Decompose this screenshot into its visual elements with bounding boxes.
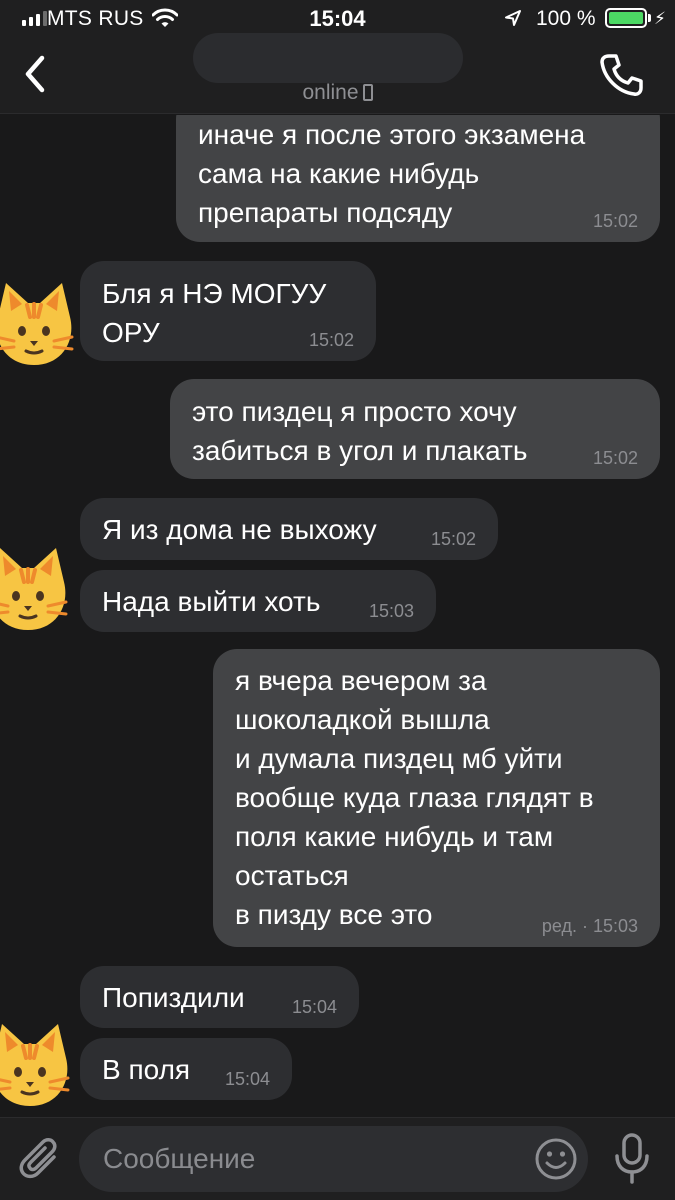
mobile-device-icon (362, 84, 373, 101)
phone-icon (600, 54, 643, 96)
message-bubble-incoming[interactable]: Я из дома не выхожу 15:02 (80, 498, 498, 560)
message-text: это пиздец я просто хочу забиться в угол… (192, 396, 528, 466)
message-time: 15:02 (592, 448, 638, 468)
message-text: Нада выйти хоть (102, 586, 321, 617)
battery-percent: 100 % (536, 7, 596, 30)
message-composer (0, 1117, 675, 1200)
chat-header: online (0, 33, 675, 114)
emoji-button[interactable] (534, 1137, 578, 1181)
message-bubble-incoming[interactable]: В поля 15:04 (80, 1038, 292, 1100)
cat-avatar-icon[interactable] (0, 277, 76, 369)
message-time: 15:03 (368, 601, 414, 621)
call-button[interactable] (598, 52, 644, 98)
message-bubble-incoming[interactable]: Бля я НЭ МОГУУ ОРУ 15:02 (80, 261, 376, 361)
contact-status: online (0, 81, 675, 105)
battery-icon (605, 8, 647, 28)
cat-avatar-icon[interactable] (0, 1018, 72, 1110)
message-time: 15:02 (430, 529, 476, 549)
battery-tip (648, 14, 651, 22)
message-input[interactable] (79, 1126, 588, 1192)
status-bar: MTS RUS 15:04 100 % ⚡ (0, 0, 675, 36)
message-text: иначе я после этого экзамена сама на как… (198, 119, 586, 228)
message-time: 15:02 (592, 211, 638, 231)
message-bubble-outgoing[interactable]: я вчера вечером за шоколадкой вышла и ду… (213, 649, 660, 947)
voice-message-button[interactable] (612, 1132, 652, 1186)
message-time: ред. · 15:03 (541, 916, 638, 936)
attach-button[interactable] (18, 1135, 64, 1183)
charging-bolt-icon: ⚡ (654, 9, 666, 28)
contact-name-redacted[interactable] (193, 33, 463, 83)
message-list[interactable]: иначе я после этого экзамена сама на как… (0, 115, 675, 1117)
message-bubble-outgoing[interactable]: это пиздец я просто хочу забиться в угол… (170, 379, 660, 479)
location-arrow-icon (505, 10, 521, 26)
paperclip-icon (19, 1138, 57, 1179)
message-time: 15:04 (224, 1069, 270, 1089)
message-bubble-incoming[interactable]: Попиздили 15:04 (80, 966, 359, 1028)
message-time: 15:04 (291, 997, 337, 1017)
message-text: я вчера вечером за шоколадкой вышла и ду… (235, 665, 594, 930)
cat-avatar-icon[interactable] (0, 542, 70, 634)
message-bubble-incoming[interactable]: Нада выйти хоть 15:03 (80, 570, 436, 632)
online-status-text: online (302, 81, 359, 104)
microphone-icon (615, 1133, 649, 1184)
message-bubble-outgoing[interactable]: иначе я после этого экзамена сама на как… (176, 115, 660, 242)
message-text: Я из дома не выхожу (102, 514, 377, 545)
message-time: 15:02 (308, 330, 354, 350)
smiley-icon (535, 1138, 577, 1180)
